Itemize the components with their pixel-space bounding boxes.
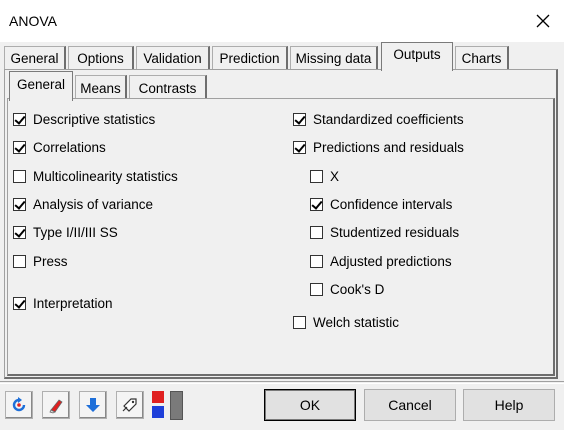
tab-label: General <box>16 77 66 92</box>
checkbox[interactable] <box>310 197 323 211</box>
tag-icon <box>122 398 137 412</box>
option-confidence-intervals[interactable]: Confidence intervals <box>310 195 452 213</box>
option-label: Type I/II/III SS <box>33 224 118 240</box>
checkbox[interactable] <box>310 225 323 239</box>
subtab-contrasts[interactable]: Contrasts <box>129 75 207 100</box>
option-studentized-residuals[interactable]: Studentized residuals <box>310 223 459 241</box>
option-analysis-of-variance[interactable]: Analysis of variance <box>13 195 153 213</box>
close-button[interactable] <box>528 6 558 36</box>
close-icon <box>536 14 550 28</box>
option-press[interactable]: Press <box>13 252 68 270</box>
footer-separator <box>0 381 564 384</box>
collapse-handle[interactable] <box>170 391 183 420</box>
option-standardized-coefficients[interactable]: Standardized coefficients <box>293 110 464 128</box>
option-label: Correlations <box>33 139 106 155</box>
option-descriptive-statistics[interactable]: Descriptive statistics <box>13 110 155 128</box>
red-swatch[interactable] <box>152 391 164 403</box>
option-label: Press <box>33 253 68 269</box>
tab-label: Missing data <box>295 51 372 66</box>
help-label: Help <box>494 397 524 413</box>
option-label: Descriptive statistics <box>33 111 156 127</box>
tab-label: Contrasts <box>138 80 197 96</box>
reset-icon <box>12 397 26 412</box>
tab-label: Prediction <box>219 51 280 66</box>
inner-tab-strip: General Means Contrasts <box>0 71 564 101</box>
checkbox[interactable] <box>293 112 306 126</box>
option-welch-statistic[interactable]: Welch statistic <box>293 313 399 331</box>
checkbox[interactable] <box>13 197 26 211</box>
tab-prediction[interactable]: Prediction <box>212 46 288 70</box>
option-label: Adjusted predictions <box>330 253 452 269</box>
checkbox[interactable] <box>13 112 26 126</box>
cancel-label: Cancel <box>388 397 432 413</box>
option-label: Interpretation <box>33 295 113 311</box>
option-label: Cook's D <box>330 281 385 297</box>
checkbox[interactable] <box>13 225 26 239</box>
tab-validation[interactable]: Validation <box>136 46 210 70</box>
subtab-means[interactable]: Means <box>75 75 127 100</box>
option-label: Welch statistic <box>313 314 400 330</box>
tab-label: General <box>10 51 59 66</box>
option-label: Multicolinearity statistics <box>33 168 178 184</box>
tag-button[interactable] <box>116 391 144 419</box>
tab-label: Validation <box>143 51 202 66</box>
tab-label: Means <box>80 80 121 96</box>
option-label: Standardized coefficients <box>313 111 464 127</box>
tab-label: Charts <box>461 51 502 66</box>
checkbox[interactable] <box>310 169 323 183</box>
checkbox[interactable] <box>293 140 306 154</box>
option-x[interactable]: X <box>310 167 339 185</box>
eraser-icon <box>49 399 63 414</box>
option-label: Predictions and residuals <box>313 139 464 155</box>
option-label: Analysis of variance <box>33 196 154 212</box>
tab-outputs[interactable]: Outputs <box>381 42 453 71</box>
eraser-button[interactable] <box>42 391 70 419</box>
blue-swatch[interactable] <box>152 406 164 418</box>
title-bar: ANOVA <box>0 0 564 42</box>
option-predictions-and-residuals[interactable]: Predictions and residuals <box>293 138 464 156</box>
option-multicolinearity-statistics[interactable]: Multicolinearity statistics <box>13 167 178 185</box>
tab-label: Outputs <box>393 46 441 62</box>
option-label: Studentized residuals <box>330 224 460 240</box>
option-correlations[interactable]: Correlations <box>13 138 106 156</box>
subtab-general[interactable]: General <box>9 71 73 101</box>
tab-general[interactable]: General <box>4 46 66 70</box>
arrow-down-icon <box>86 398 100 412</box>
checkbox[interactable] <box>13 254 26 268</box>
checkbox[interactable] <box>293 315 306 329</box>
tab-charts[interactable]: Charts <box>455 46 509 70</box>
tab-options[interactable]: Options <box>68 46 134 70</box>
option-interpretation[interactable]: Interpretation <box>13 294 113 312</box>
checkbox[interactable] <box>310 282 323 296</box>
checkbox[interactable] <box>13 169 26 183</box>
help-button[interactable]: Help <box>463 389 555 421</box>
ok-button[interactable]: OK <box>264 389 356 421</box>
tab-label: Options <box>77 51 124 66</box>
checkbox[interactable] <box>13 296 26 310</box>
checkbox[interactable] <box>310 254 323 268</box>
option-label: Confidence intervals <box>330 196 453 212</box>
option-cooks-d[interactable]: Cook's D <box>310 280 384 298</box>
checkbox[interactable] <box>13 140 26 154</box>
option-type-ss[interactable]: Type I/II/III SS <box>13 223 118 241</box>
option-adjusted-predictions[interactable]: Adjusted predictions <box>310 252 452 270</box>
tab-missing-data[interactable]: Missing data <box>290 46 378 70</box>
color-swatch-widget[interactable] <box>151 391 165 419</box>
ok-label: OK <box>299 397 321 413</box>
option-label: X <box>330 168 340 184</box>
outer-tab-strip: General Options Validation Prediction Mi… <box>0 42 564 71</box>
window-title: ANOVA <box>9 13 57 29</box>
cancel-button[interactable]: Cancel <box>364 389 456 421</box>
reset-button[interactable] <box>5 391 33 419</box>
down-button[interactable] <box>79 391 107 419</box>
